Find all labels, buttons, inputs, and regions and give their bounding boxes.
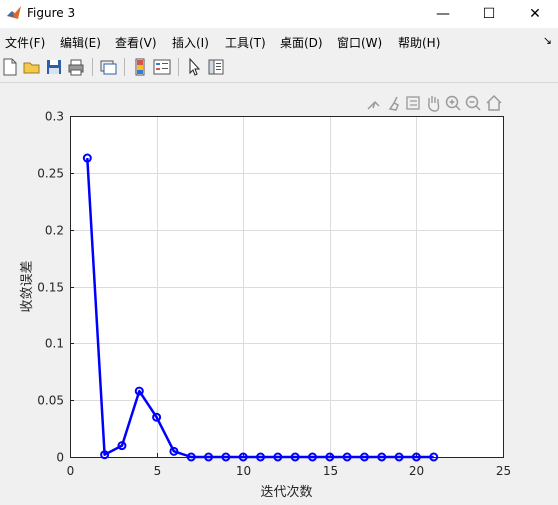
y-tick-label: 0.15 [37, 281, 64, 295]
maximize-button[interactable]: ☐ [466, 0, 512, 28]
pointer-icon[interactable] [184, 57, 204, 77]
toolbar-separator [92, 58, 93, 76]
property-inspector-icon[interactable] [206, 57, 226, 77]
window-title: Figure 3 [27, 6, 76, 20]
y-tick-label: 0.1 [45, 337, 64, 351]
insert-legend-icon[interactable] [152, 57, 172, 77]
home-icon[interactable] [486, 94, 502, 111]
axes-toolbar [367, 94, 502, 112]
matlab-icon [7, 6, 21, 19]
menu-file[interactable]: 文件(F) [5, 34, 45, 51]
x-tick-label: 0 [67, 464, 75, 478]
toolbar-separator [178, 58, 179, 76]
x-tick-label: 10 [236, 464, 251, 478]
zoom-out-icon[interactable] [465, 95, 481, 111]
x-tick-label: 15 [323, 464, 338, 478]
new-figure-icon[interactable] [0, 57, 20, 77]
y-axis-label: 收敛误差 [19, 260, 35, 312]
pan-icon[interactable] [428, 96, 440, 112]
toolbar-separator [124, 58, 125, 76]
x-tick-label: 5 [154, 464, 162, 478]
title-bar: Figure 3 — ☐ ✕ [0, 0, 558, 28]
chart: 0 5 10 15 20 25 0 0.05 0.1 0.15 0.2 0.25 0.3 迭代次数 收敛… [19, 94, 511, 500]
menu-window[interactable]: 窗口(W) [337, 34, 382, 51]
figure-toolbar [0, 52, 558, 83]
minimize-icon: — [436, 6, 450, 22]
x-tick-label: 25 [496, 464, 511, 478]
zoom-in-icon[interactable] [445, 95, 461, 111]
save-icon[interactable] [44, 57, 64, 77]
data-tips-icon[interactable] [406, 96, 420, 110]
brush-icon[interactable] [388, 96, 399, 111]
menu-edit[interactable]: 编辑(E) [60, 34, 101, 51]
export-icon[interactable] [367, 100, 380, 110]
x-tick-label: 20 [409, 464, 424, 478]
dock-arrow-icon[interactable]: ↘ [543, 34, 552, 47]
menu-insert[interactable]: 插入(I) [172, 34, 209, 51]
menu-help[interactable]: 帮助(H) [398, 34, 440, 51]
maximize-icon: ☐ [482, 6, 496, 22]
menu-bar: 文件(F) 编辑(E) 查看(V) 插入(I) 工具(T) 桌面(D) 窗口(W… [0, 28, 558, 52]
menu-view[interactable]: 查看(V) [115, 34, 157, 51]
y-tick-label: 0 [56, 451, 64, 465]
y-tick-label: 0.3 [45, 110, 64, 124]
y-tick-label: 0.25 [37, 167, 64, 181]
y-tick-label: 0.05 [37, 394, 64, 408]
minimize-button[interactable]: — [420, 0, 466, 28]
link-plot-icon[interactable] [98, 57, 118, 77]
menu-desktop[interactable]: 桌面(D) [280, 34, 323, 51]
menu-tools[interactable]: 工具(T) [225, 34, 266, 51]
print-icon[interactable] [66, 57, 86, 77]
figure-canvas: 0 5 10 15 20 25 0 0.05 0.1 0.15 0.2 0.25 0.3 迭代次数 收敛… [0, 83, 558, 505]
open-file-icon[interactable] [22, 57, 42, 77]
close-button[interactable]: ✕ [512, 0, 558, 28]
insert-colorbar-icon[interactable] [130, 57, 150, 77]
x-axis-label: 迭代次数 [260, 484, 312, 500]
close-icon: ✕ [529, 6, 541, 22]
y-tick-label: 0.2 [45, 224, 64, 238]
